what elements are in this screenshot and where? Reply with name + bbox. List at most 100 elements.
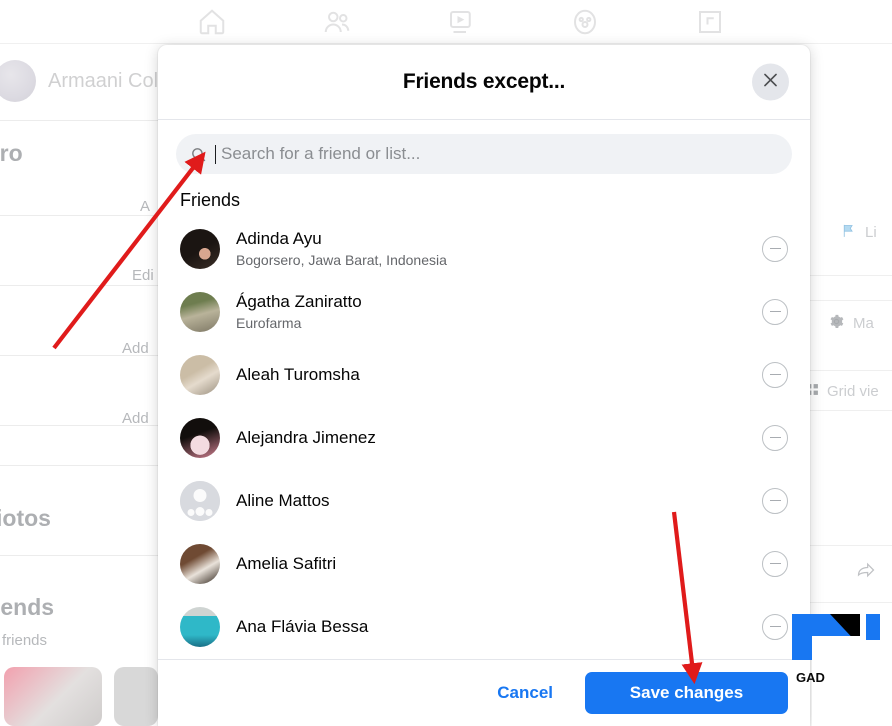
background-text-friends: iends [0,594,55,620]
list-item[interactable]: Aleah Turomsha [176,343,802,406]
list-item[interactable]: Amelia Safitri [176,532,802,595]
background-profile-name: Armaani Col [48,69,159,92]
remove-friend-button[interactable] [762,235,788,262]
list-item-text: Alejandra Jimenez [236,427,746,448]
list-item-text: Adinda Ayu Bogorsero, Jawa Barat, Indone… [236,228,746,268]
divider [0,120,160,121]
divider [800,545,892,546]
flag-icon [840,222,857,243]
friends-icon[interactable] [320,7,354,37]
list-item[interactable]: Adinda Ayu Bogorsero, Jawa Barat, Indone… [176,217,802,280]
minus-icon [769,499,781,502]
remove-friend-button[interactable] [762,361,788,388]
avatar [180,606,220,647]
text-cursor [215,144,216,164]
list-item[interactable]: Alejandra Jimenez [176,406,802,469]
list-item-text: Amelia Safitri [236,553,746,574]
minus-icon [769,562,781,565]
background-text-add-2: Add [122,340,149,357]
search-section [158,120,810,182]
divider [800,275,892,276]
minus-icon [769,373,781,376]
gear-icon [828,313,845,334]
screen: Armaani Col tro A Edi Add Add iotos iend… [0,0,892,726]
background-text-photos: iotos [0,505,51,531]
background-text-intro: tro [0,140,23,166]
groups-icon[interactable] [568,7,602,37]
list-item[interactable]: Ágatha Zaniratto Eurofarma [176,280,802,343]
save-changes-button[interactable]: Save changes [585,672,788,714]
list-item[interactable]: Aline Mattos [176,469,802,532]
list-item-subtitle: Eurofarma [236,314,302,331]
divider [0,555,160,556]
background-item-manage[interactable]: Ma [828,313,874,334]
close-button[interactable] [752,63,789,101]
list-item-text: Aline Mattos [236,490,746,511]
close-icon [761,70,780,94]
list-item-text: Aleah Turomsha [236,364,746,385]
background-item-grid-view[interactable]: Grid vie [806,383,879,400]
background-text-friendcount: friends [2,632,48,649]
list-item[interactable]: Ana Flávia Bessa [176,595,802,658]
remove-friend-button[interactable] [762,550,788,577]
friends-except-dialog: Friends except... Friends Adinda [158,45,810,726]
avatar [180,543,220,584]
dialog-footer: Cancel Save changes [158,659,810,726]
avatar [180,417,220,458]
list-item-name: Ana Flávia Bessa [236,616,369,636]
list-item-text: Ana Flávia Bessa [236,616,746,637]
list-item-name: Aline Mattos [236,490,330,510]
search-input[interactable] [221,144,778,164]
list-item-name: Ágatha Zaniratto [236,292,362,312]
list-item-subtitle: Bogorsero, Jawa Barat, Indonesia [236,251,447,268]
dialog-title: Friends except... [402,70,566,93]
avatar [180,291,220,332]
list-item-text: Ágatha Zaniratto Eurofarma [236,291,746,331]
home-icon[interactable] [195,7,229,37]
watch-icon[interactable] [444,7,478,37]
background-photo-thumb [4,667,102,726]
list-item-name: Alejandra Jimenez [236,427,376,447]
list-item-name: Amelia Safitri [236,553,337,573]
nav-icon-group [0,7,892,37]
search-box[interactable] [176,134,792,174]
background-text-add: A [140,198,151,215]
background-item-list[interactable]: Li [840,222,877,243]
background-item-list-label: Li [865,224,877,241]
friends-list[interactable]: Friends Adinda Ayu Bogorsero, Jawa Barat… [158,182,810,659]
list-item-name: Adinda Ayu [236,229,322,249]
minus-icon [769,310,781,313]
background-text-add-3: Add [122,410,149,427]
cancel-button[interactable]: Cancel [483,673,567,713]
divider [0,215,160,216]
background-item-manage-label: Ma [853,315,874,332]
background-photo-thumb [114,667,158,726]
remove-friend-button[interactable] [762,298,788,325]
dialog-header: Friends except... [158,45,810,120]
remove-friend-button[interactable] [762,487,788,514]
avatar [180,354,220,395]
divider [0,465,160,466]
gaming-icon[interactable] [693,7,727,37]
divider [800,602,892,603]
top-navigation-bar [0,0,892,44]
remove-friend-button[interactable] [762,424,788,451]
divider [800,370,892,371]
section-label-friends: Friends [180,190,241,210]
share-icon [856,560,876,584]
remove-friend-button[interactable] [762,613,788,640]
background-item-share[interactable] [856,560,884,584]
avatar [180,480,220,521]
background-item-grid-view-label: Grid vie [827,383,879,400]
search-icon [190,146,207,163]
minus-icon [769,436,781,439]
divider [0,285,160,286]
minus-icon [769,247,781,250]
avatar [0,60,36,102]
divider [800,410,892,411]
divider [800,300,892,301]
list-item-name: Aleah Turomsha [236,364,360,384]
background-text-edit: Edi [132,267,154,284]
avatar [180,228,220,269]
minus-icon [769,625,781,628]
